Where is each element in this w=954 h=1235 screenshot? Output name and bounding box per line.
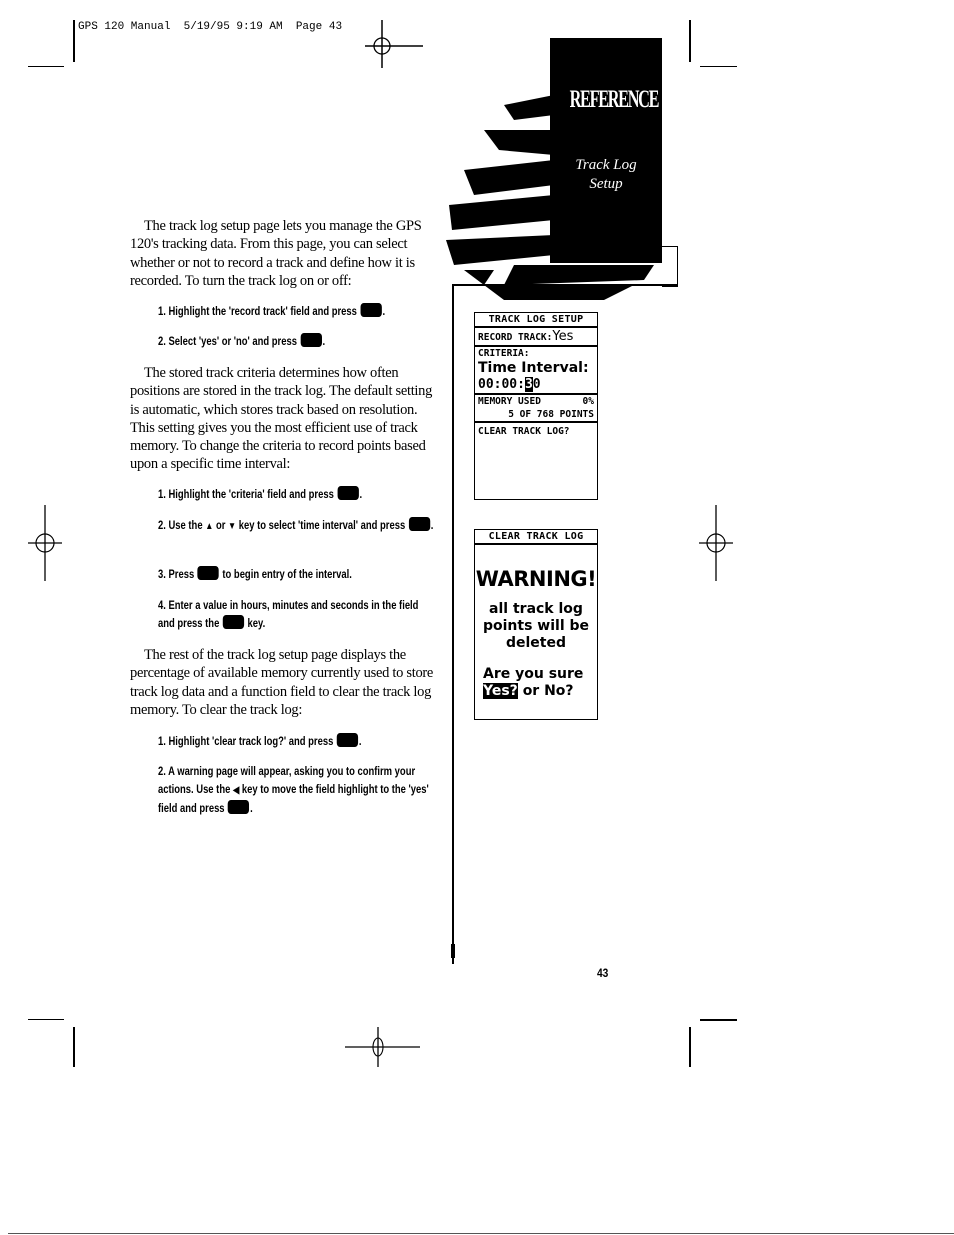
subtitle-line: Track Log [575, 157, 637, 173]
clear-track-log-field: CLEAR TRACK LOG? [478, 426, 570, 437]
warning-message: all track log points will be deleted [482, 601, 590, 651]
crop-mark [700, 66, 737, 67]
section-subtitle: Track Log Setup [550, 156, 662, 194]
registration-mark-icon [26, 505, 66, 590]
step-clear-1: 1. Highlight 'clear track log?' and pres… [158, 733, 437, 751]
registration-mark-icon [697, 505, 737, 590]
record-track-label: RECORD TRACK: [478, 332, 553, 343]
tab-frame [662, 246, 678, 287]
no-option[interactable]: or No? [523, 683, 574, 699]
criteria-value: Time Interval: [478, 360, 589, 376]
criteria-label: CRITERIA: [478, 348, 530, 359]
crop-mark [689, 20, 691, 62]
confirm-prompt: Are you sure Yes? or No? [483, 666, 584, 699]
registration-mark-icon [365, 20, 425, 75]
column-rule [452, 284, 454, 964]
subtitle-line: Setup [589, 176, 623, 192]
down-arrow-icon: ▼ [227, 521, 237, 532]
screen-title: TRACK LOG SETUP [475, 313, 597, 328]
crop-mark [73, 20, 75, 62]
interval-cursor: 3 [524, 377, 533, 392]
section-tab: REFERENCE Track Log Setup [550, 38, 662, 263]
track-log-setup-screen: TRACK LOG SETUP RECORD TRACK:Yes CRITERI… [474, 312, 598, 500]
memory-used-value: 0% [582, 396, 594, 407]
points-count: 5 OF 768 POINTS [475, 408, 597, 423]
step-record-2: 2. Select 'yes' or 'no' and press . [158, 333, 437, 351]
registration-mark-icon [345, 1025, 425, 1075]
criteria-paragraph: The stored track criteria determines how… [130, 365, 433, 473]
step-criteria-1: 1. Highlight the 'criteria' field and pr… [158, 486, 437, 504]
enter-key-icon [336, 733, 359, 747]
frame-line [452, 284, 677, 286]
enter-key-icon [222, 615, 245, 629]
bottom-edge [8, 1233, 954, 1234]
crop-mark [689, 1027, 691, 1067]
crop-mark [28, 1019, 64, 1020]
section-title: REFERENCE [569, 86, 660, 113]
step-criteria-4: 4. Enter a value in hours, minutes and s… [158, 600, 419, 630]
enter-key-icon [197, 566, 219, 580]
clear-track-log-screen: CLEAR TRACK LOG WARNING! all track log p… [474, 529, 598, 720]
crop-mark [73, 1027, 75, 1067]
screen-title: CLEAR TRACK LOG [475, 530, 597, 545]
record-track-row: RECORD TRACK:Yes [475, 328, 597, 347]
enter-key-icon [408, 517, 430, 531]
crop-mark [28, 66, 64, 67]
enter-key-icon [228, 800, 250, 814]
warning-heading: WARNING! [475, 567, 597, 591]
left-arrow-icon: ◀ [232, 785, 240, 796]
step-record-1: 1. Highlight the 'record track' field an… [158, 303, 437, 321]
enter-key-icon [300, 333, 322, 347]
intro-paragraph: The track log setup page lets you manage… [130, 218, 422, 289]
enter-key-icon [360, 303, 382, 317]
yes-option[interactable]: Yes? [483, 683, 518, 699]
step-clear-2: 2. A warning page will appear, asking yo… [158, 766, 429, 815]
enter-key-icon [337, 486, 359, 500]
crop-mark [700, 1019, 737, 1021]
up-arrow-icon: ▲ [205, 521, 214, 532]
page-number: 43 [597, 966, 609, 980]
rule-end [451, 944, 455, 958]
record-track-value: Yes [552, 329, 574, 344]
print-slug: GPS 120 Manual 5/19/95 9:19 AM Page 43 [78, 21, 343, 33]
interval-field: 00:00:30 [475, 377, 597, 395]
step-criteria-3: 3. Press to begin entry of the interval. [158, 566, 437, 584]
step-criteria-2: 2. Use the ▲ or ▼ key to select 'time in… [158, 517, 437, 536]
rest-paragraph: The rest of the track log setup page dis… [130, 647, 434, 718]
memory-used-row: MEMORY USED 0% [478, 396, 594, 407]
